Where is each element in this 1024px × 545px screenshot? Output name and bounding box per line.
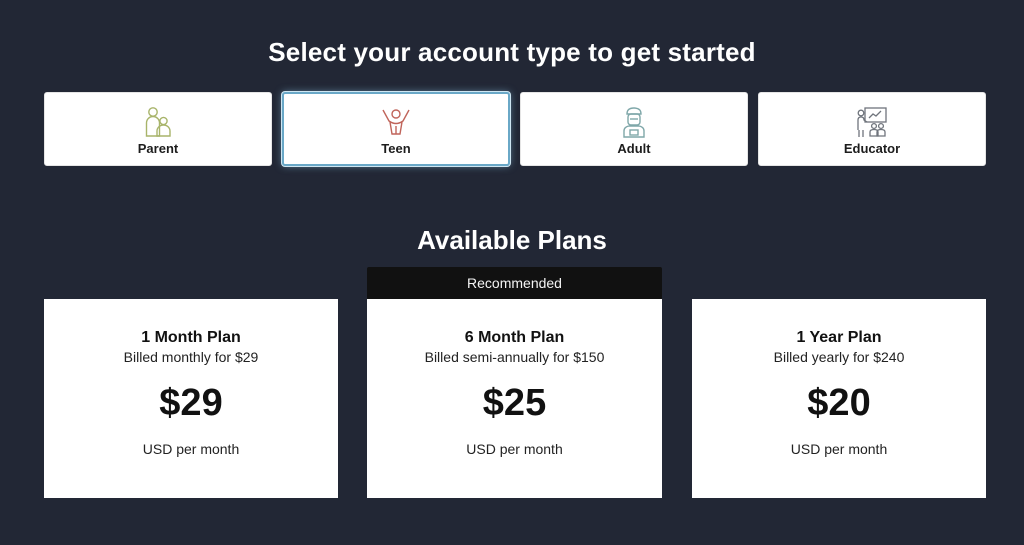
plan-name: 1 Month Plan: [141, 329, 241, 346]
account-type-teen[interactable]: Teen: [282, 92, 510, 166]
account-type-label: Educator: [843, 141, 901, 156]
account-type-selector: Parent Teen Adult Educator: [44, 92, 986, 166]
teen-icon: [379, 105, 413, 139]
account-type-label: Teen: [381, 141, 411, 156]
plan-card-6-month[interactable]: 6 Month Plan Billed semi-annually for $1…: [367, 299, 662, 498]
plan-card-1-month[interactable]: 1 Month Plan Billed monthly for $29 $29 …: [44, 299, 338, 498]
plan-price: $25: [482, 382, 547, 424]
plan-name: 6 Month Plan: [464, 329, 565, 346]
plans-section-title: Available Plans: [417, 225, 607, 255]
account-type-label: Parent: [137, 141, 179, 156]
plan-price-unit: USD per month: [790, 441, 888, 457]
account-type-educator[interactable]: Educator: [758, 92, 986, 166]
plan-billing: Billed monthly for $29: [123, 349, 259, 365]
adult-icon: [617, 105, 651, 139]
parent-icon: [141, 105, 175, 139]
plan-price: $29: [159, 382, 223, 424]
plan-card-1-year[interactable]: 1 Year Plan Billed yearly for $240 $20 U…: [692, 299, 986, 498]
plan-price: $20: [807, 382, 871, 424]
account-type-adult[interactable]: Adult: [520, 92, 748, 166]
plan-billing: Billed yearly for $240: [773, 349, 905, 365]
plan-price-unit: USD per month: [466, 441, 563, 457]
plan-price-unit: USD per month: [142, 441, 240, 457]
recommended-badge: Recommended: [367, 267, 662, 299]
account-type-parent[interactable]: Parent: [44, 92, 272, 166]
educator-icon: [855, 105, 889, 139]
account-type-label: Adult: [617, 141, 651, 156]
plan-name: 1 Year Plan: [796, 329, 882, 346]
plan-billing: Billed semi-annually for $150: [424, 349, 605, 365]
page-title: Select your account type to get started: [268, 37, 756, 67]
